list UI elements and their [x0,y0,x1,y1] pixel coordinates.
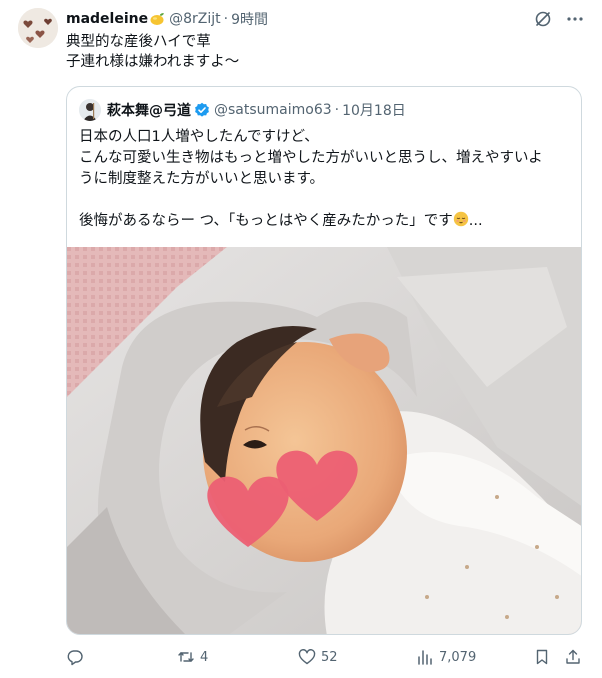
quoted-text-line-last: 後悔があるならー つ、「もっとはやく産みたかった」です... [79,211,573,232]
post-time[interactable]: 9時間 [231,9,268,29]
post-text: 典型的な産後ハイで草 子連れ様は嫌われますよ〜 [66,32,239,72]
reply-bubble-icon [66,648,84,666]
user-avatar[interactable] [18,8,58,48]
verified-badge-icon [195,102,209,117]
retweet-icon [177,648,195,666]
separator-dot: · [223,11,229,27]
grok-icon[interactable] [534,10,552,28]
quoted-user-handle: @satsumaimo63 [214,102,332,118]
quoted-tweet-card[interactable]: 萩本舞@弓道 @satsumaimo63 · 10月18日 日本の人口1人増やし… [66,86,582,635]
truncation-ellipsis: ... [468,213,483,229]
quoted-text-line: こんな可愛い生き物はもっと増やした方がいいと思うし、増えやすいよ [79,150,543,166]
display-name[interactable]: madeleine [66,11,148,27]
post-text-line: 子連れ様は嫌われますよ〜 [66,54,240,70]
bookmark-icon [533,648,551,666]
separator-dot: · [334,102,340,118]
relieved-face-emoji-icon [453,211,468,227]
view-count: 7,079 [439,649,477,665]
reply-button[interactable] [66,646,89,668]
newborn-baby-photo [67,247,581,634]
quoted-user-avatar [79,99,101,121]
like-button[interactable]: 52 [298,646,338,668]
share-icon [564,648,582,666]
heart-icon [298,648,316,666]
more-dots-icon[interactable] [566,10,584,28]
lemon-emoji-icon [150,13,165,25]
like-count: 52 [321,649,338,665]
user-handle[interactable]: @8rZijt [169,11,221,27]
quoted-tweet-text: 日本の人口1人増やしたんですけど、 こんな可愛い生き物はもっと増やした方がいいと… [79,127,573,232]
bar-chart-icon [416,648,434,666]
retweet-count: 4 [200,649,209,665]
quoted-text-line: 後悔があるならー つ、「もっとはやく産みたかった」です [79,213,453,229]
tweet-action-bar: 4 52 7,079 [66,646,582,668]
quoted-display-name: 萩本舞@弓道 [107,103,191,119]
tweet-header: madeleine @8rZijt · 9時間 [66,9,584,29]
tweet: madeleine @8rZijt · 9時間 典型的な産後ハイで草 子連れ様は… [0,0,602,678]
quoted-tweet-header: 萩本舞@弓道 @satsumaimo63 · 10月18日 [79,99,406,121]
quoted-text-line: うに制度整えた方がいいと思います。 [79,171,325,187]
share-button[interactable] [564,646,582,668]
quoted-post-date: 10月18日 [342,103,406,119]
post-text-line: 典型的な産後ハイで草 [66,34,211,50]
bookmark-button[interactable] [533,646,551,668]
views-button[interactable]: 7,079 [416,646,476,668]
retweet-button[interactable]: 4 [177,646,208,668]
quoted-tweet-photo[interactable] [67,247,581,634]
quoted-text-line: 日本の人口1人増やしたんですけど、 [79,129,319,145]
